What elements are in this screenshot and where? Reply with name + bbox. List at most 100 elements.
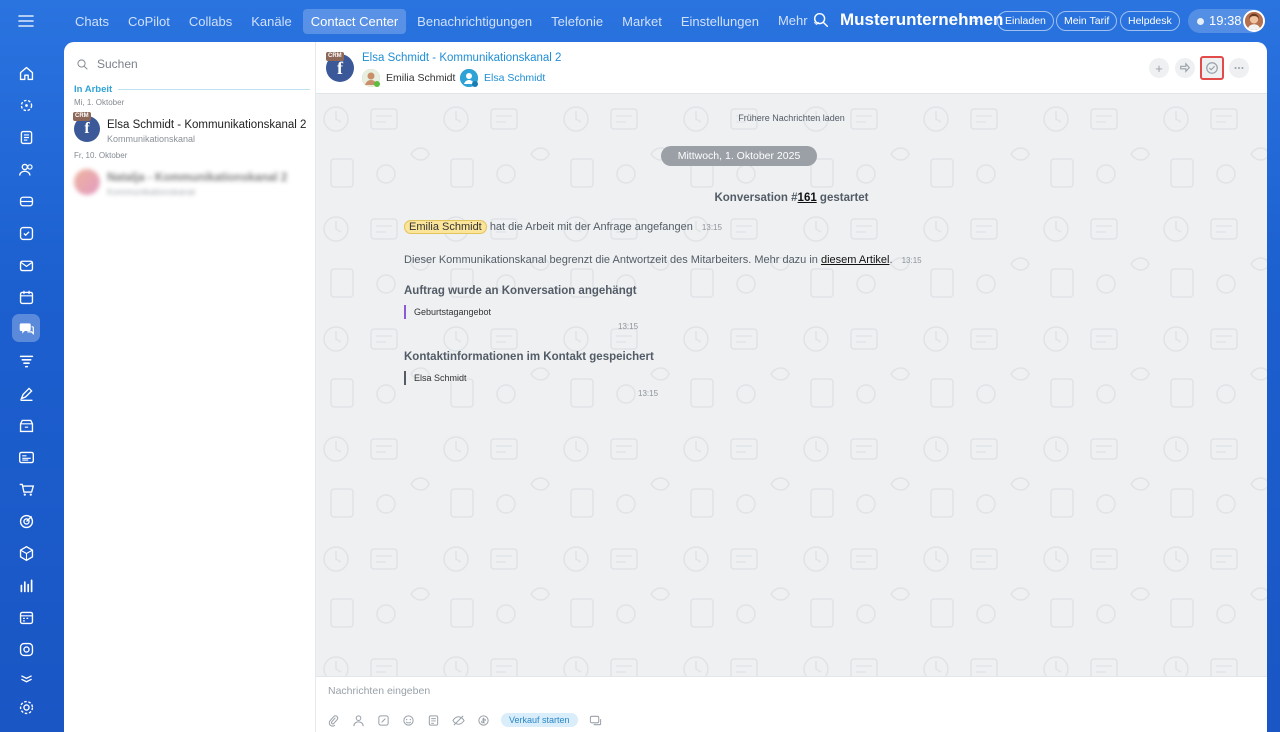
chat-title: Elsa Schmidt - Kommunikationskanal 2 (107, 119, 307, 131)
plus-icon[interactable]: + (1149, 58, 1169, 78)
conversation-prefix: Konversation # (714, 192, 798, 204)
copilot-icon[interactable] (14, 93, 38, 117)
tab-contact-center[interactable]: Contact Center (302, 8, 407, 34)
chat-subtitle: Kommunikationskanal (107, 187, 196, 197)
client-user[interactable]: Elsa Schmidt (460, 69, 545, 87)
marketing-icon[interactable] (14, 509, 38, 533)
finish-check-icon[interactable] (1200, 56, 1224, 80)
automation-icon[interactable] (14, 637, 38, 661)
conversation-list-panel: Suchen In Arbeit Mi, 1. Oktober f CRM El… (64, 42, 316, 732)
message-input[interactable]: Nachrichten eingeben (328, 685, 430, 697)
client-name: Elsa Schmidt (484, 72, 546, 84)
document-icon[interactable] (426, 713, 440, 727)
contacts-icon[interactable] (14, 157, 38, 181)
contact-title: Kontaktinformationen im Kontakt gespeich… (404, 351, 654, 363)
client-avatar (460, 69, 478, 87)
tab-copilot[interactable]: CoPilot (120, 9, 178, 34)
plan-button[interactable]: Mein Tarif (1056, 11, 1118, 31)
tab-telefonie[interactable]: Telefonie (543, 9, 611, 34)
operator-mention[interactable]: Emilia Schmidt (404, 220, 487, 234)
conversation-number-link[interactable]: 161 (798, 192, 817, 204)
helpdesk-button[interactable]: Helpdesk (1120, 11, 1180, 31)
tools-icon[interactable] (14, 665, 38, 689)
chat-icon[interactable] (589, 713, 603, 727)
hide-icon[interactable] (451, 713, 465, 727)
more-icon[interactable] (1229, 58, 1249, 78)
crm-badge: CRM (326, 52, 344, 61)
emoji-icon[interactable] (401, 713, 415, 727)
message-time: 13:15 (618, 322, 639, 331)
sign-icon[interactable] (14, 381, 38, 405)
contact-center-icon[interactable] (12, 314, 40, 342)
search-input[interactable]: Suchen (97, 57, 138, 71)
company-switch-icon[interactable]: ≈ (972, 13, 979, 27)
section-title: In Arbeit (74, 84, 113, 95)
tasks-icon[interactable] (14, 221, 38, 245)
calendar-icon[interactable] (14, 285, 38, 309)
order-title: Auftrag wurde an Konversation angehängt (404, 285, 637, 297)
booking-icon[interactable] (14, 605, 38, 629)
composer-toolbar: Verkauf starten (326, 713, 614, 727)
feed-icon[interactable] (14, 125, 38, 149)
analytics-icon[interactable] (14, 573, 38, 597)
forward-icon[interactable] (1175, 58, 1195, 78)
inventory-icon[interactable] (14, 413, 38, 437)
contact-item[interactable]: Elsa Schmidt (404, 371, 467, 385)
message-text: Dieser Kommunikationskanal begrenzt die … (404, 254, 818, 266)
user-icon[interactable] (351, 713, 365, 727)
menu-icon[interactable] (16, 11, 36, 31)
payment-icon[interactable] (476, 713, 490, 727)
load-earlier-link[interactable]: Frühere Nachrichten laden (316, 113, 1267, 123)
chat-title: Natalja - Kommunikationskanal 2 (107, 172, 288, 184)
message-time: 13:15 (638, 389, 659, 398)
chat-title[interactable]: Elsa Schmidt - Kommunikationskanal 2 (362, 52, 561, 64)
system-message-limit: Dieser Kommunikationskanal begrenzt die … (404, 254, 922, 266)
chat-subtitle: Kommunikationskanal (107, 134, 196, 144)
tab-chats[interactable]: Chats (67, 9, 117, 34)
operator-name: Emilia Schmidt (386, 72, 456, 84)
chat-background-pattern (316, 94, 1267, 678)
conversation-suffix: gestartet (816, 192, 869, 204)
tab-einstellungen[interactable]: Einstellungen (673, 9, 767, 34)
section-header: In Arbeit (74, 84, 310, 95)
store-icon[interactable] (14, 541, 38, 565)
tab-collabs[interactable]: Collabs (181, 9, 240, 34)
system-message-start: Emilia Schmidt hat die Arbeit mit der An… (404, 220, 722, 234)
date-separator: Mittwoch, 1. Oktober 2025 (661, 146, 817, 166)
settings-icon[interactable] (14, 695, 38, 719)
list-item[interactable]: f CRM Elsa Schmidt - Kommunikationskanal… (64, 112, 316, 152)
operator-user[interactable]: Emilia Schmidt (362, 69, 455, 87)
list-item[interactable]: Natalja - Kommunikationskanal 2 Kommunik… (64, 165, 316, 205)
order-item[interactable]: Geburtstagangebot (404, 305, 491, 319)
template-icon[interactable] (376, 713, 390, 727)
list-search[interactable]: Suchen (76, 54, 138, 74)
conversation-started: Konversation #161 gestartet (316, 192, 1267, 204)
tab-benachrichtigungen[interactable]: Benachrichtigungen (409, 9, 540, 34)
section-divider (118, 89, 310, 90)
mail-icon[interactable] (14, 253, 38, 277)
left-rail (0, 0, 52, 732)
message-punct: . (889, 254, 893, 266)
chat-header: f CRM Elsa Schmidt - Kommunikationskanal… (316, 42, 1267, 94)
invite-button[interactable]: Einladen (997, 11, 1054, 31)
user-avatar[interactable] (1243, 10, 1265, 32)
tab-kanaele[interactable]: Kanäle (243, 9, 299, 34)
article-link[interactable]: diesem Artikel (821, 254, 889, 266)
chat-avatar (74, 169, 100, 195)
start-sale-button[interactable]: Verkauf starten (501, 713, 578, 727)
date-label: Fr, 10. Oktober (74, 151, 128, 160)
sites-icon[interactable] (14, 445, 38, 469)
message-time: 13:15 (901, 256, 922, 265)
tab-market[interactable]: Market (614, 9, 670, 34)
shop-icon[interactable] (14, 477, 38, 501)
chat-area: f CRM Elsa Schmidt - Kommunikationskanal… (316, 42, 1267, 732)
funnel-icon[interactable] (14, 349, 38, 373)
attach-icon[interactable] (326, 713, 340, 727)
clock-time: 19:38 (1209, 13, 1242, 28)
home-icon[interactable] (14, 61, 38, 85)
message-composer: Nachrichten eingeben Verkauf starten (316, 676, 1267, 732)
date-label: Mi, 1. Oktober (74, 98, 125, 107)
search-icon[interactable] (812, 11, 832, 31)
crm-icon[interactable] (14, 189, 38, 213)
message-time: 13:15 (701, 223, 722, 232)
